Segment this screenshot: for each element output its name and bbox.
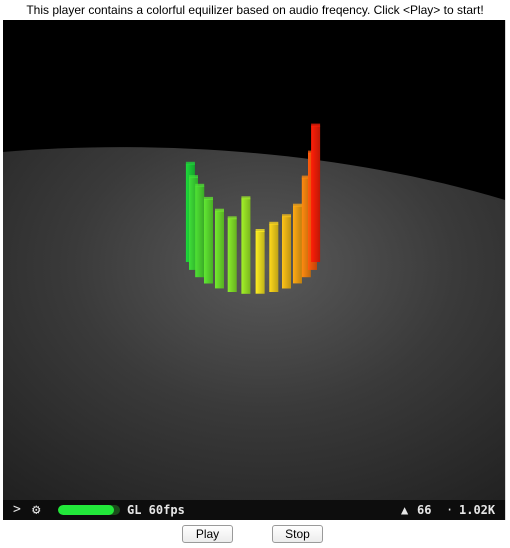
equalizer-bar-cap	[195, 183, 205, 187]
triangle-icon: ▲	[401, 503, 409, 517]
equalizer-bar-cap	[204, 196, 213, 200]
equalizer-bar-cap	[311, 123, 321, 127]
equalizer-bar-cap	[269, 221, 279, 225]
equalizer-bar-cap	[185, 161, 195, 165]
equalizer-bar-shade	[241, 198, 251, 294]
equalizer-bar-shade	[204, 198, 213, 284]
renderer-meter	[58, 505, 120, 515]
renderer-label: GL 60fps	[127, 503, 185, 517]
equalizer-bar-shade	[282, 216, 291, 289]
chevron-right-icon[interactable]: >	[13, 500, 21, 520]
equalizer-bar-cap	[215, 208, 224, 212]
stats-bar: > ⚙ GL 60fps ▲ 66 · 1.02K	[3, 500, 505, 520]
gear-icon[interactable]: ⚙	[32, 500, 40, 520]
separator-dot: ·	[446, 503, 454, 517]
equalizer-bar-shade	[293, 205, 302, 284]
renderer-meter-fill	[58, 505, 114, 515]
equalizer-bar-shade	[195, 185, 205, 278]
equalizer-bar-cap	[282, 214, 291, 218]
stop-button[interactable]: Stop	[272, 525, 323, 543]
equalizer-bar-cap	[255, 229, 265, 232]
equalizer-bar-cap	[293, 203, 302, 207]
memory-size: 1.02K	[459, 503, 496, 517]
equalizer-scene	[3, 123, 505, 520]
instructions-text: This player contains a colorful equilize…	[26, 3, 484, 17]
triangle-count: 66	[417, 503, 432, 517]
equalizer-bar-cap	[189, 175, 198, 179]
equalizer-bar-shade	[269, 223, 279, 292]
equalizer-bar-shade	[255, 231, 265, 294]
equalizer-bar-shade	[227, 218, 237, 292]
equalizer-bar-cap	[227, 216, 237, 220]
equalizer-bar-shade	[215, 210, 224, 289]
floor	[3, 147, 505, 520]
play-button[interactable]: Play	[182, 525, 233, 543]
3d-viewport[interactable]: > ⚙ GL 60fps ▲ 66 · 1.02K	[3, 20, 506, 520]
equalizer-bar-cap	[241, 196, 251, 200]
equalizer-bar-shade	[311, 125, 321, 262]
